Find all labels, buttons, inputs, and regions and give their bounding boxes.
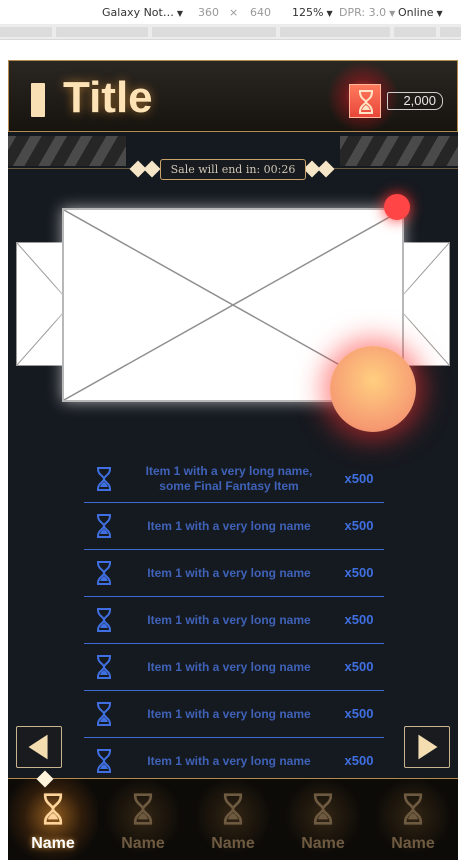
times-sign: × (229, 6, 239, 19)
prev-arrow-button[interactable] (16, 726, 62, 768)
dpr-select[interactable]: DPR: 3.0 ▼ (339, 6, 395, 19)
item-quantity: x500 (344, 612, 374, 627)
header: Title 2,000 (8, 60, 458, 133)
zoom-select[interactable]: 125% ▼ (292, 6, 333, 19)
tab-2[interactable]: Name (98, 779, 188, 860)
ruler-segment[interactable] (394, 27, 436, 37)
chevron-down-icon: ▼ (389, 9, 396, 18)
device-select-label: Galaxy Not… (102, 6, 174, 19)
stripe-decoration (340, 136, 458, 166)
item-name: Item 1 with a very long name (147, 706, 311, 721)
tab-label: Name (391, 835, 435, 852)
hourglass-icon[interactable] (349, 84, 381, 118)
tab-4[interactable]: Name (278, 779, 368, 860)
currency-amount: 2,000 (387, 92, 443, 110)
item-row[interactable]: Item 1 with a very long name, some Final… (84, 456, 384, 503)
hourglass-icon (40, 791, 66, 827)
next-arrow-button[interactable] (404, 726, 450, 768)
item-list: Item 1 with a very long name, some Final… (84, 456, 384, 785)
media-query-ruler (0, 24, 461, 40)
hourglass-icon (94, 607, 114, 633)
item-name: Item 1 with a very long name, some Final… (145, 464, 313, 493)
width-field[interactable]: 360 (198, 6, 219, 19)
tab-label: Name (301, 835, 345, 852)
item-name: Item 1 with a very long name (147, 518, 311, 533)
bottom-tab-bar: Name Name Name Name Name (8, 778, 458, 860)
network-select[interactable]: Online ▼ (398, 6, 443, 19)
dpr-select-label: DPR: 3.0 (339, 6, 387, 19)
hourglass-icon (400, 791, 426, 827)
hourglass-icon (94, 513, 114, 539)
network-select-label: Online (398, 6, 434, 19)
item-name: Item 1 with a very long name (147, 612, 311, 627)
notification-badge (384, 194, 410, 220)
phone-screen: Title 2,000 Sale will end in: 00:26 Item… (8, 60, 458, 860)
hourglass-icon (310, 791, 336, 827)
ruler-segment[interactable] (0, 27, 52, 37)
height-field[interactable]: 640 (250, 6, 271, 19)
item-quantity: x500 (344, 565, 374, 580)
item-row[interactable]: Item 1 with a very long name x500 (84, 503, 384, 550)
tab-1[interactable]: Name (8, 779, 98, 860)
hourglass-icon (94, 560, 114, 586)
diamond-ornament (317, 160, 335, 178)
item-quantity: x500 (344, 706, 374, 721)
tab-5[interactable]: Name (368, 779, 458, 860)
stripe-decoration (8, 136, 126, 166)
item-row[interactable]: Item 1 with a very long name x500 (84, 550, 384, 597)
item-quantity: x500 (344, 518, 374, 533)
tab-label: Name (211, 835, 255, 852)
item-quantity: x500 (344, 471, 374, 486)
chevron-down-icon: ▼ (176, 9, 184, 18)
item-name: Item 1 with a very long name (147, 659, 311, 674)
sale-timer: Sale will end in: 00:26 (160, 159, 306, 180)
diamond-ornament (143, 160, 161, 178)
ruler-segment[interactable] (440, 27, 461, 37)
hourglass-icon (220, 791, 246, 827)
title-accent (31, 83, 45, 117)
zoom-select-label: 125% (292, 6, 324, 19)
item-row[interactable]: Item 1 with a very long name x500 (84, 597, 384, 644)
ruler-segment[interactable] (56, 27, 148, 37)
chevron-down-icon: ▼ (326, 9, 333, 18)
tab-label: Name (31, 835, 75, 852)
device-toolbar: Galaxy Not… ▼ 360 × 640 125% ▼ DPR: 3.0 ▼ O… (0, 0, 461, 24)
tab-3[interactable]: Name (188, 779, 278, 860)
item-row[interactable]: Item 1 with a very long name x500 (84, 644, 384, 691)
item-quantity: x500 (344, 659, 374, 674)
hourglass-icon (94, 654, 114, 680)
hourglass-icon (94, 701, 114, 727)
hourglass-icon (94, 748, 114, 774)
buy-button[interactable] (330, 346, 416, 432)
ruler-segment[interactable] (152, 27, 276, 37)
ruler-segment[interactable] (280, 27, 390, 37)
hourglass-icon (94, 466, 114, 492)
tab-label: Name (121, 835, 165, 852)
page-title: Title (63, 73, 153, 122)
item-row[interactable]: Item 1 with a very long name x500 (84, 691, 384, 738)
hourglass-icon (130, 791, 156, 827)
item-name: Item 1 with a very long name (147, 565, 311, 580)
chevron-down-icon: ▼ (436, 9, 443, 18)
device-select[interactable]: Galaxy Not… ▼ (102, 6, 183, 19)
